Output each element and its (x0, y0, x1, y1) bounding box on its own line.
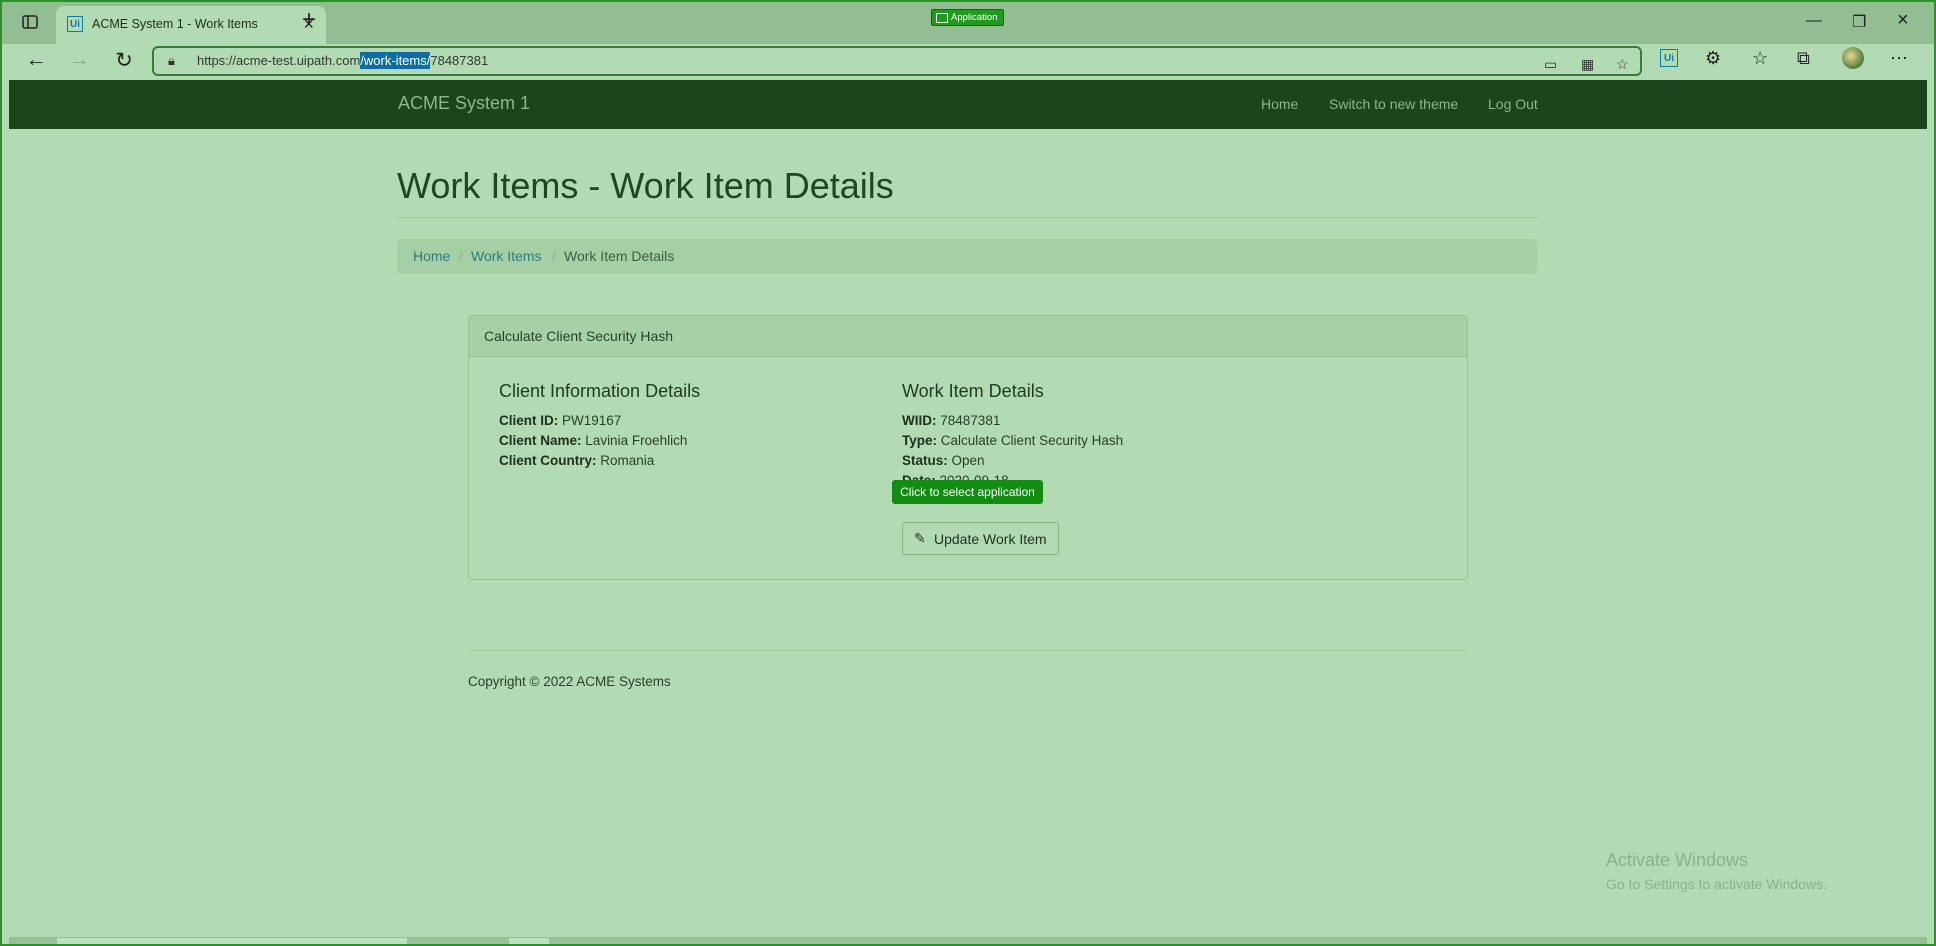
uipath-favicon-icon: Ui (67, 16, 83, 32)
extensions-icon[interactable]: ⚙ (1705, 48, 1721, 69)
update-work-item-label: Update Work Item (934, 531, 1047, 547)
select-application-tooltip[interactable]: Click to select application (892, 480, 1043, 504)
breadcrumb-separator: / (552, 248, 556, 264)
wiid-field: WIID: 78487381 (902, 413, 1001, 428)
lock-icon: 🔒︎ (168, 53, 175, 68)
browser-tab-strip: Ui ACME System 1 - Work Items × + Applic… (0, 0, 1936, 44)
address-bar[interactable]: 🔒︎ https://acme-test.uipath.com/work-ite… (152, 46, 1642, 76)
window-icon (936, 13, 948, 23)
profile-avatar[interactable] (1842, 47, 1864, 69)
forward-icon[interactable]: → (65, 48, 93, 72)
app-navbar: ACME System 1 Home Switch to new theme L… (9, 80, 1927, 129)
work-item-details-title: Work Item Details (902, 381, 1044, 401)
client-country-field: Client Country: Romania (499, 453, 655, 468)
restore-icon[interactable]: ❐ (1852, 12, 1866, 32)
activate-windows-title: Activate Windows (1606, 850, 1749, 870)
refresh-icon[interactable]: ↻ (110, 48, 138, 73)
brand-link[interactable]: ACME System 1 (398, 93, 530, 114)
application-badge: Application (931, 9, 1005, 26)
favorites-icon[interactable]: ☆ (1752, 48, 1768, 69)
copyright-text: Copyright © 2022 ACME Systems (468, 674, 671, 689)
more-options-icon[interactable]: ⋯ (1890, 48, 1908, 69)
page-title: Work Items - Work Item Details (397, 165, 894, 206)
breadcrumb-work-items[interactable]: Work Items (471, 248, 542, 264)
tab-title: ACME System 1 - Work Items (92, 17, 258, 31)
app-available-icon[interactable]: ▭ (1544, 56, 1557, 73)
application-badge-label: Application (951, 12, 998, 23)
qr-code-icon[interactable]: ▦ (1581, 56, 1594, 73)
breadcrumb-current: Work Item Details (564, 248, 675, 264)
new-tab-icon[interactable]: + (302, 6, 316, 34)
activate-windows-subtitle: Go to Settings to activate Windows. (1606, 876, 1827, 892)
client-name-field: Client Name: Lavinia Froehlich (499, 433, 688, 448)
title-divider (397, 217, 1537, 218)
taskbar-item[interactable] (57, 938, 407, 946)
panel-heading-text: Calculate Client Security Hash (484, 328, 674, 344)
window-close-icon[interactable]: × (1897, 9, 1909, 32)
minimize-icon[interactable]: — (1806, 12, 1822, 30)
client-info-title: Client Information Details (499, 381, 701, 401)
update-work-item-button[interactable]: ✎ Update Work Item (902, 522, 1059, 555)
type-field: Type: Calculate Client Security Hash (902, 433, 1124, 448)
uipath-extension-icon[interactable]: Ui (1660, 49, 1678, 67)
browser-toolbar: ← → ↻ 🔒︎ https://acme-test.uipath.com/wo… (0, 44, 1936, 80)
browser-tab-active[interactable]: Ui ACME System 1 - Work Items × (56, 6, 326, 44)
client-id-field: Client ID: PW19167 (499, 413, 622, 428)
nav-home-link[interactable]: Home (1261, 96, 1298, 112)
footer-divider (468, 650, 1468, 651)
back-icon[interactable]: ← (22, 48, 50, 72)
taskbar-strip (9, 937, 1927, 946)
breadcrumb: Home / Work Items / Work Item Details (397, 239, 1537, 274)
breadcrumb-separator: / (459, 248, 463, 264)
tab-actions-icon[interactable] (20, 12, 40, 32)
panel-heading: Calculate Client Security Hash (469, 316, 1467, 357)
add-favorite-icon[interactable]: ☆ (1616, 56, 1629, 73)
collections-icon[interactable]: ⧉ (1797, 48, 1810, 69)
taskbar-item[interactable] (509, 938, 549, 946)
url-text[interactable]: https://acme-test.uipath.com/work-items/… (197, 52, 488, 69)
pencil-icon: ✎ (914, 530, 926, 546)
nav-logout-link[interactable]: Log Out (1488, 96, 1538, 112)
nav-switch-theme-link[interactable]: Switch to new theme (1329, 96, 1458, 112)
status-field: Status: Open (902, 453, 985, 468)
breadcrumb-home[interactable]: Home (413, 248, 450, 264)
